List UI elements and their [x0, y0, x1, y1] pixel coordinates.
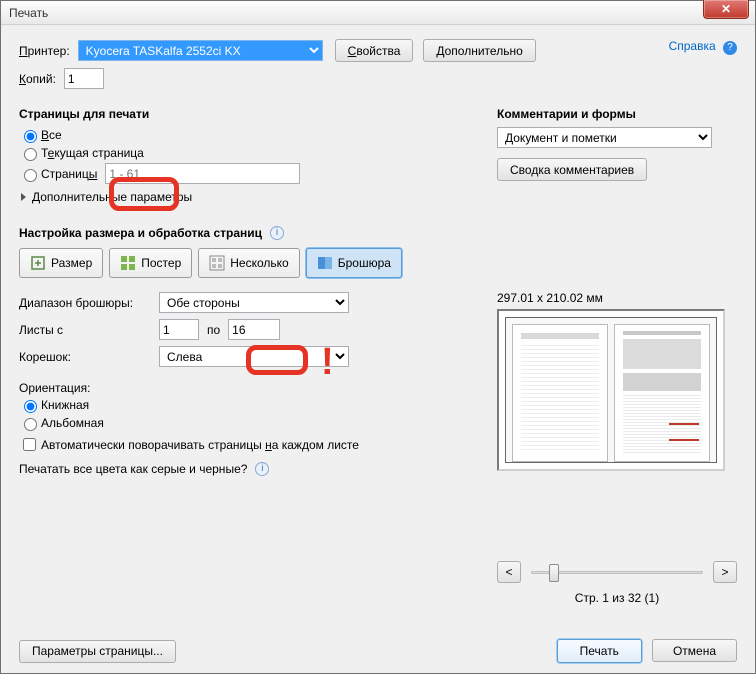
multiple-mode-button[interactable]: Несколько — [198, 248, 299, 278]
chevron-right-icon: > — [721, 565, 728, 579]
radio-portrait-label: Книжная — [41, 398, 89, 412]
printer-select[interactable]: Kyocera TASKalfa 2552ci KX — [78, 40, 323, 61]
sheets-from-label: Листы с — [19, 323, 159, 337]
radio-portrait[interactable] — [24, 400, 37, 413]
size-mode-button[interactable]: Размер — [19, 248, 103, 278]
more-options-label: Дополнительные параметры — [32, 190, 192, 204]
radio-current-page[interactable] — [24, 148, 37, 161]
sheets-to-label: по — [207, 323, 220, 337]
more-options-toggle[interactable]: Дополнительные параметры — [19, 190, 474, 204]
radio-page-range[interactable] — [24, 169, 37, 182]
cancel-button[interactable]: Отмена — [652, 639, 737, 662]
sizing-heading: Настройка размера и обработка страниц — [19, 226, 262, 240]
comments-select[interactable]: Документ и пометки — [497, 127, 712, 148]
page-indicator: Стр. 1 из 32 (1) — [497, 591, 737, 605]
binding-select[interactable]: Слева — [159, 346, 349, 367]
print-button[interactable]: Печать — [557, 639, 642, 663]
info-icon[interactable]: i — [255, 462, 269, 476]
titlebar: Печать ✕ — [1, 1, 755, 25]
grayscale-question: Печатать все цвета как серые и черные? — [19, 462, 247, 476]
booklet-mode-button[interactable]: Брошюра — [306, 248, 402, 278]
close-button[interactable]: ✕ — [703, 0, 749, 19]
advanced-button[interactable]: Дополнительно — [423, 39, 535, 62]
chevron-right-icon — [21, 193, 26, 201]
radio-all-label: Все — [41, 128, 62, 142]
size-icon — [30, 255, 46, 271]
properties-button[interactable]: Свойства — [335, 39, 414, 62]
booklet-subset-label: Диапазон брошюры: — [19, 296, 159, 310]
copies-label: Копий: — [19, 72, 56, 86]
preview-dimensions: 297.01 x 210.02 мм — [497, 291, 737, 305]
booklet-icon — [317, 255, 333, 271]
page-setup-button[interactable]: Параметры страницы... — [19, 640, 176, 663]
sheets-from-input[interactable] — [159, 319, 199, 340]
poster-icon — [120, 255, 136, 271]
window-title: Печать — [9, 6, 48, 20]
help-icon[interactable]: ? — [723, 41, 737, 55]
prev-page-button[interactable]: < — [497, 561, 521, 583]
help-link[interactable]: Справка — [669, 39, 716, 53]
radio-current-label: Текущая страница — [41, 146, 144, 160]
poster-mode-button[interactable]: Постер — [109, 248, 192, 278]
pages-heading: Страницы для печати — [19, 107, 474, 121]
info-icon[interactable]: i — [270, 226, 284, 240]
slider-thumb[interactable] — [549, 564, 559, 582]
next-page-button[interactable]: > — [713, 561, 737, 583]
page-slider[interactable] — [531, 562, 703, 582]
comments-heading: Комментарии и формы — [497, 107, 737, 121]
copies-input[interactable] — [64, 68, 104, 89]
orientation-heading: Ориентация: — [19, 381, 474, 395]
auto-rotate-label: Автоматически поворачивать страницы на к… — [41, 438, 359, 452]
booklet-subset-select[interactable]: Обе стороны — [159, 292, 349, 313]
page-range-input[interactable] — [105, 163, 300, 184]
summarize-comments-button[interactable]: Сводка комментариев — [497, 158, 647, 181]
close-icon: ✕ — [721, 2, 731, 16]
radio-landscape-label: Альбомная — [41, 416, 104, 430]
binding-label: Корешок: — [19, 350, 159, 364]
radio-landscape[interactable] — [24, 418, 37, 431]
preview-box — [497, 309, 725, 471]
radio-range-label: Страницы — [41, 167, 97, 181]
radio-all-pages[interactable] — [24, 130, 37, 143]
print-dialog: Печать ✕ Справка ? Принтер: Kyocera TASK… — [0, 0, 756, 674]
multiple-icon — [209, 255, 225, 271]
help-area: Справка ? — [669, 39, 737, 55]
sheets-to-input[interactable] — [228, 319, 280, 340]
auto-rotate-checkbox[interactable] — [23, 438, 36, 451]
chevron-left-icon: < — [505, 565, 512, 579]
printer-label: Принтер: — [19, 44, 70, 58]
